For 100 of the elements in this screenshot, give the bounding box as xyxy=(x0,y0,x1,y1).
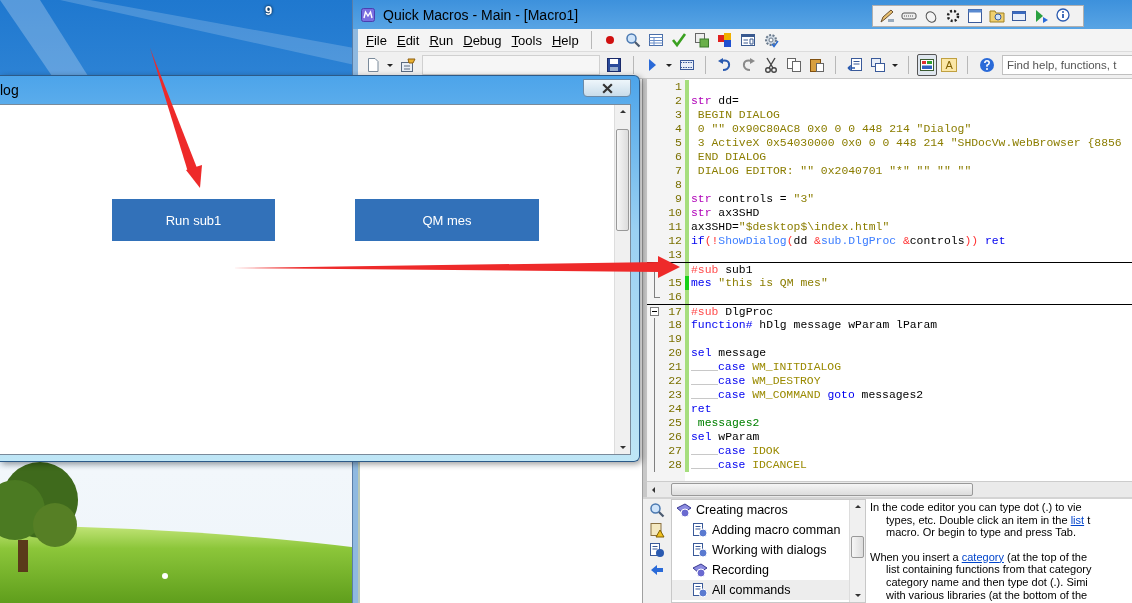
warning-scroll-icon[interactable] xyxy=(649,522,665,538)
image-icon[interactable] xyxy=(694,32,711,48)
search-field[interactable]: Find help, functions, t xyxy=(1002,55,1132,75)
menu-item[interactable]: Run xyxy=(424,32,459,48)
line-number: 2 xyxy=(675,94,682,107)
horizontal-scrollbar[interactable] xyxy=(643,481,1132,497)
tree-item[interactable]: All commands xyxy=(672,580,849,600)
line-number: 3 xyxy=(675,108,682,121)
gear-icon[interactable] xyxy=(763,32,780,48)
vertical-scrollbar[interactable] xyxy=(849,500,865,602)
help-page-icon xyxy=(692,542,708,558)
collapse-icon[interactable] xyxy=(650,307,659,316)
film-icon[interactable] xyxy=(678,57,695,73)
help-text-line: list containing functions from that category xyxy=(885,563,1093,576)
tree-item[interactable]: Adding macro comman xyxy=(672,520,849,540)
line-number: 11 xyxy=(668,220,682,233)
copy-icon[interactable] xyxy=(785,57,802,73)
help-page-icon xyxy=(692,522,708,538)
caret-icon[interactable] xyxy=(386,61,394,69)
help-text-line: types, etc. Double click an item in the list t xyxy=(885,513,1092,527)
code-line: sel message xyxy=(691,347,767,359)
code-line: case WM_COMMAND goto messages2 xyxy=(691,389,924,401)
link[interactable]: category xyxy=(961,550,1004,563)
code-line: mes "this is QM mes" xyxy=(691,277,828,289)
menu-item[interactable]: Debug xyxy=(458,32,507,48)
line-number: 21 xyxy=(668,360,682,373)
tree-item[interactable]: Recording xyxy=(672,560,849,580)
menu-item[interactable]: Edit xyxy=(391,32,425,48)
line-number: 4 xyxy=(675,122,682,135)
code-line: 0 "" 0x90C80AC8 0x0 0 0 448 214 "Dialog" xyxy=(696,123,972,135)
paste-icon[interactable] xyxy=(808,57,825,73)
line-number: 7 xyxy=(675,164,682,177)
panel-toggle-button[interactable] xyxy=(917,54,938,76)
line-number: 1 xyxy=(675,80,682,93)
code-line: function# hDlg message wParam lParam xyxy=(691,319,938,331)
caret-icon[interactable] xyxy=(891,61,900,69)
windows-icon[interactable] xyxy=(869,57,886,73)
line-number: 8 xyxy=(675,178,682,191)
search-icon[interactable] xyxy=(649,502,665,518)
help-text-line: category name and then type dot (.). Simi xyxy=(885,575,1089,589)
menu-item[interactable]: Tools xyxy=(506,32,547,48)
line-number: 10 xyxy=(668,206,682,219)
code-line: DIALOG EDITOR: "" 0x2040701 "*" "" "" "" xyxy=(696,165,972,177)
info-icon[interactable] xyxy=(1055,8,1071,24)
back-arrow-icon[interactable] xyxy=(649,562,665,578)
scroll-down-icon[interactable] xyxy=(618,443,627,451)
scrollbar-thumb[interactable] xyxy=(616,129,629,231)
line-number: 23 xyxy=(668,388,682,401)
menu-item[interactable]: File xyxy=(361,32,392,48)
menu-item[interactable]: Help xyxy=(546,32,584,48)
search-icon[interactable] xyxy=(625,32,642,48)
window-icon[interactable] xyxy=(967,8,983,24)
window-title: Quick Macros - Main - [Macro1] xyxy=(383,6,579,23)
properties-icon[interactable] xyxy=(399,57,416,73)
line-number: 12 xyxy=(668,234,682,247)
line-number: 16 xyxy=(668,290,682,303)
code-line: ret xyxy=(691,403,712,415)
pencil-icon[interactable] xyxy=(879,8,895,24)
action-button[interactable]: Run sub1 xyxy=(112,199,275,241)
close-icon xyxy=(600,82,614,94)
code-line: BEGIN DIALOG xyxy=(696,109,780,121)
save-icon[interactable] xyxy=(606,57,622,73)
mouse-icon[interactable] xyxy=(923,8,939,24)
code-line: END DIALOG xyxy=(696,151,767,163)
code-editor[interactable] xyxy=(643,79,1132,481)
line-number: 6 xyxy=(675,150,682,163)
cut-icon[interactable] xyxy=(762,57,779,73)
folder-search-icon[interactable] xyxy=(989,8,1005,24)
help-page-icon[interactable] xyxy=(649,542,665,558)
action-button[interactable]: QM mes xyxy=(355,199,539,241)
font-toggle-button[interactable]: A xyxy=(939,54,960,76)
scroll-up-icon[interactable] xyxy=(618,108,627,116)
code-line: case IDCANCEL xyxy=(691,459,807,471)
book-icon xyxy=(692,562,708,578)
caret-icon[interactable] xyxy=(665,61,674,69)
code-line: sel wParam xyxy=(691,431,760,443)
tree-item[interactable]: Working with dialogs xyxy=(672,540,849,560)
window-list-icon[interactable] xyxy=(740,32,757,48)
help-icon[interactable] xyxy=(978,57,995,73)
scroll-left-icon[interactable] xyxy=(650,485,658,494)
tree-item[interactable]: Creating macros xyxy=(672,500,849,520)
close-button[interactable] xyxy=(583,79,631,97)
vertical-scrollbar[interactable] xyxy=(614,105,630,454)
line-number: 19 xyxy=(668,332,682,345)
color-squares-icon[interactable] xyxy=(717,32,734,48)
checkmark-icon[interactable] xyxy=(671,32,688,48)
table-icon[interactable] xyxy=(648,32,665,48)
line-number: 17 xyxy=(668,305,682,318)
scroll-up-icon[interactable] xyxy=(853,503,862,511)
undo-icon[interactable] xyxy=(716,57,733,73)
loading-dots-icon[interactable] xyxy=(945,8,961,24)
line-number: 28 xyxy=(668,458,682,471)
insert-icon[interactable] xyxy=(846,57,863,73)
scrollbar-thumb[interactable] xyxy=(851,536,864,558)
card-icon[interactable] xyxy=(1011,8,1027,24)
link[interactable]: list xyxy=(1070,513,1085,526)
scrollbar-thumb[interactable] xyxy=(671,483,973,496)
play-step-icon[interactable] xyxy=(1033,8,1049,24)
scroll-down-icon[interactable] xyxy=(853,591,862,599)
line-number: 15 xyxy=(668,276,682,289)
